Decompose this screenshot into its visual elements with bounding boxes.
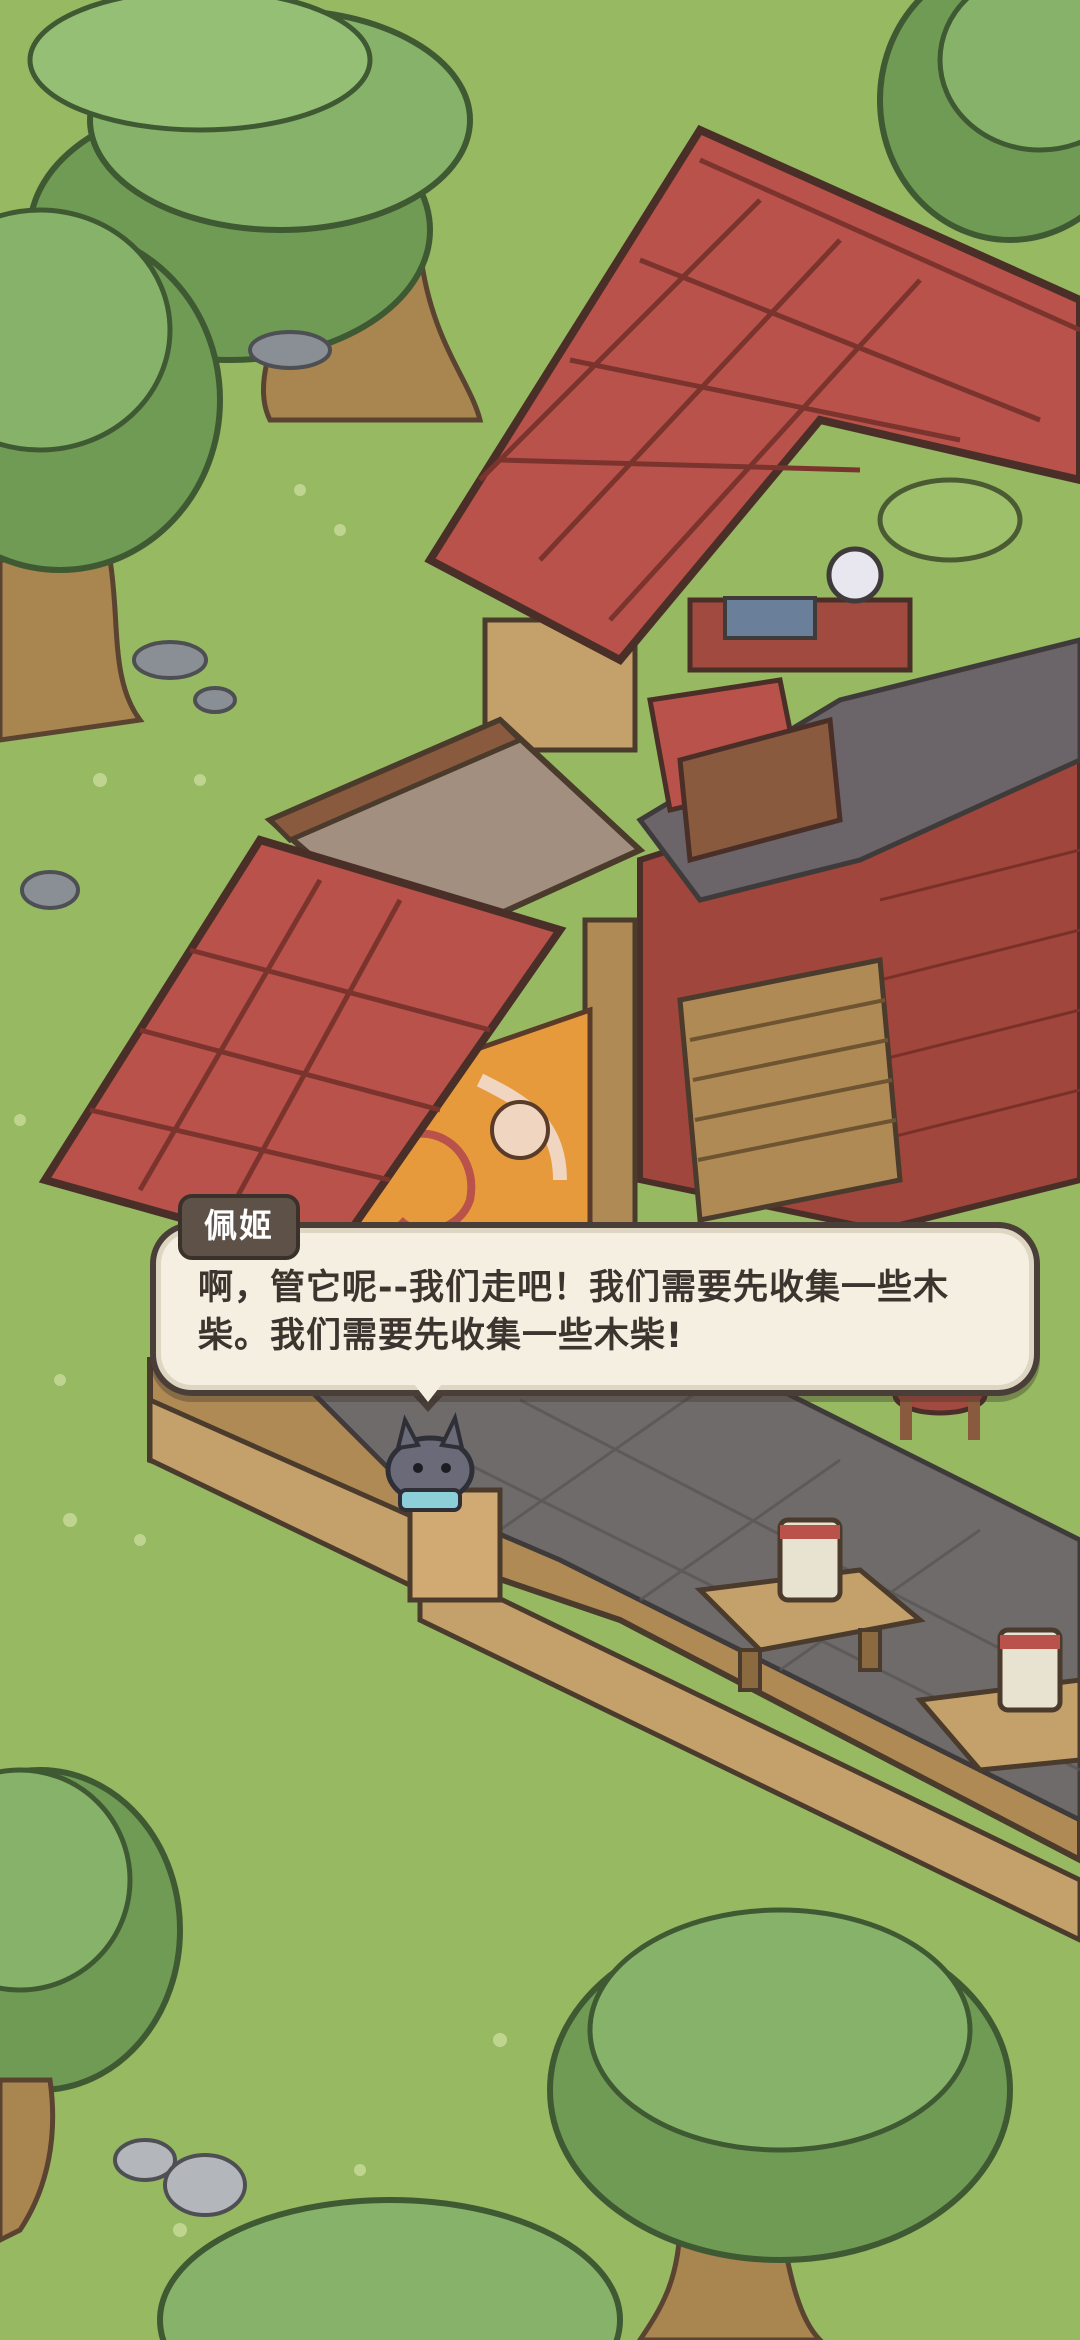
dialogue-text: 啊，管它呢--我们走吧！我们需要先收集一些木柴。我们需要先收集一些木柴! (198, 1268, 950, 1356)
speaker-name: 佩姬 (204, 1206, 274, 1245)
dialogue-tail-inner (414, 1384, 442, 1402)
speaker-name-tag: 佩姬 (178, 1194, 300, 1260)
game-scene[interactable] (0, 0, 1080, 2340)
game-viewport[interactable]: 佩姬 啊，管它呢--我们走吧！我们需要先收集一些木柴。我们需要先收集一些木柴! (0, 0, 1080, 2340)
